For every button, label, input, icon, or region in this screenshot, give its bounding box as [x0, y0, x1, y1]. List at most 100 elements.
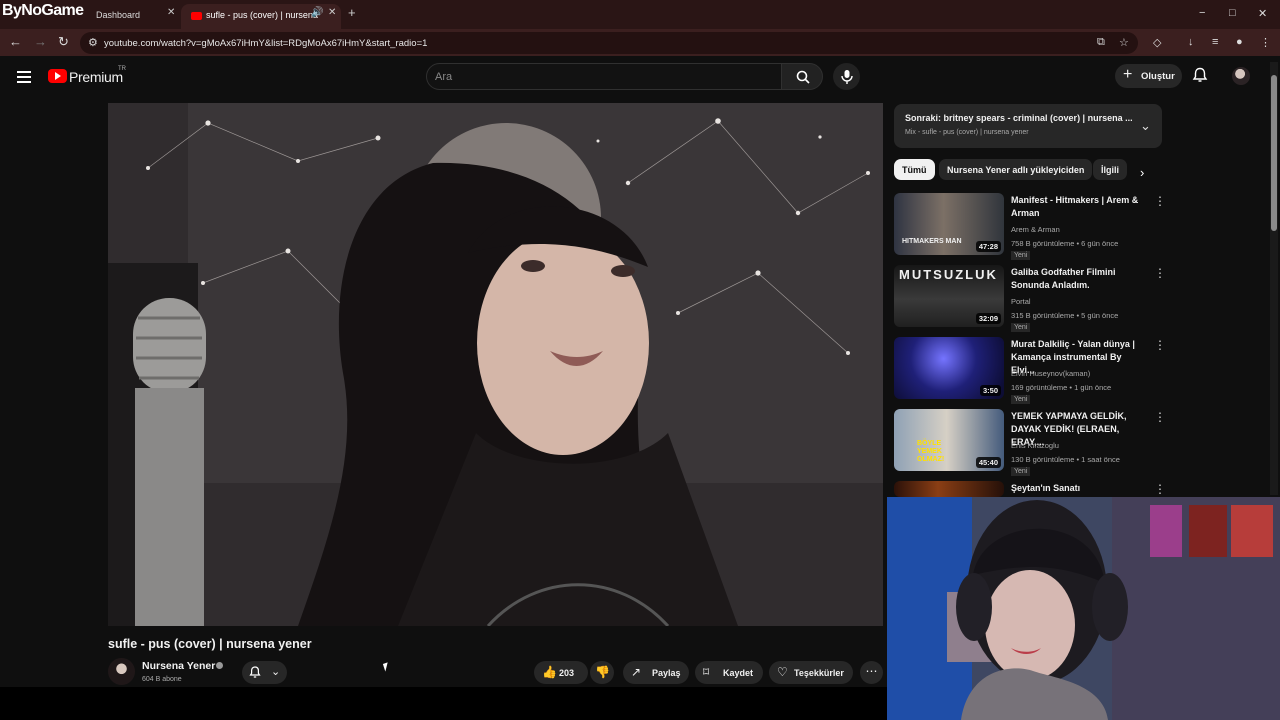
thumbs-down-icon: 👎	[595, 665, 610, 679]
channel-name[interactable]: Elvin Huseynov(kaman)	[1011, 369, 1090, 378]
share-button[interactable]: ↗ Paylaş	[623, 661, 689, 684]
more-options-icon[interactable]: ⋮	[1154, 338, 1166, 352]
browser-menu-icon[interactable]: ⋮	[1260, 36, 1271, 49]
video-frame	[108, 103, 883, 626]
dislike-button[interactable]: 👎	[590, 661, 614, 684]
video-thumbnail[interactable]	[894, 481, 1004, 497]
forward-icon[interactable]: →	[34, 34, 47, 49]
mouse-cursor-icon	[382, 662, 391, 672]
recommendation-item[interactable]: HITMAKERS MAN 47:28 Manifest - Hitmakers…	[894, 193, 1166, 260]
video-title[interactable]: Şeytan'ın Sanatı	[1011, 482, 1146, 495]
back-icon[interactable]: ←	[9, 34, 22, 49]
video-thumbnail[interactable]: BÖYLE YEMEK OLMAZ! 45:40	[894, 409, 1004, 471]
chevron-down-icon: ⌄	[271, 666, 281, 678]
video-duration: 3:50	[979, 385, 1001, 396]
channel-name[interactable]: Portal	[1011, 297, 1031, 306]
channel-name[interactable]: Enis Kirazoglu	[1011, 441, 1059, 450]
speaker-icon[interactable]: 🔊	[311, 7, 323, 18]
account-avatar[interactable]	[1232, 67, 1250, 85]
channel-name[interactable]: Arem & Arman	[1011, 225, 1060, 234]
thanks-heart-icon: ♡	[777, 665, 788, 679]
next-up-panel[interactable]: Sonraki: britney spears - criminal (cove…	[894, 104, 1162, 148]
close-active-tab-icon[interactable]: ✕	[328, 7, 336, 18]
media-control-icon[interactable]: ≡	[1212, 36, 1218, 48]
thumbnail-text: MUTSUZLUK	[899, 267, 998, 282]
search-button[interactable]	[781, 63, 823, 90]
youtube-premium-logo[interactable]: Premium	[69, 69, 123, 85]
chip-related[interactable]: İlgili	[1093, 159, 1127, 180]
youtube-logo-icon[interactable]	[48, 69, 67, 83]
browser-toolbar: ← → ↻ ⚙ youtube.com/watch?v=gMoAx67iHmY&…	[0, 29, 1280, 56]
next-up-subtitle: Mix - sufle - pus (cover) | nursena yene…	[905, 129, 1029, 136]
video-thumbnail[interactable]: MUTSUZLUK 32:09	[894, 265, 1004, 327]
recommendation-item[interactable]: BÖYLE YEMEK OLMAZ! 45:40 YEMEK YAPMAYA G…	[894, 409, 1166, 476]
chip-all[interactable]: Tümü	[894, 159, 935, 180]
thumbnail-text: HITMAKERS MAN	[902, 238, 962, 245]
recommendation-item[interactable]: 3:50 Murat Dalkiliç - Yalan dünya | Kama…	[894, 337, 1166, 404]
more-options-icon[interactable]: ⋮	[1154, 266, 1166, 280]
bookmark-star-icon[interactable]: ☆	[1119, 36, 1129, 49]
share-icon: ↗	[631, 665, 642, 679]
more-actions-button[interactable]: ⋯	[860, 661, 883, 684]
save-button[interactable]: ⌑ Kaydet	[695, 661, 763, 684]
reload-icon[interactable]: ↻	[58, 34, 69, 50]
chevron-down-icon[interactable]: ⌄	[1140, 118, 1151, 134]
recommendation-item[interactable]: MUTSUZLUK 32:09 Galiba Godfather Filmini…	[894, 265, 1166, 332]
menu-icon[interactable]	[17, 71, 31, 86]
tab-dashboard[interactable]: Dashboard	[96, 4, 140, 29]
subscription-bell-button[interactable]: ⌄	[242, 661, 287, 684]
bynogame-logo: ByNoGame	[2, 2, 84, 19]
extensions-icon[interactable]: ◇	[1153, 36, 1161, 49]
new-badge: Yeni	[1011, 467, 1031, 476]
region-code: TR	[118, 66, 126, 72]
search-input[interactable]	[426, 63, 782, 90]
site-info-icon[interactable]: ⚙	[88, 36, 98, 49]
webcam-frame	[887, 497, 1280, 720]
channel-avatar[interactable]	[108, 658, 135, 685]
new-badge: Yeni	[1011, 251, 1031, 260]
recommendation-filter-chips: Tümü Nursena Yener adlı yükleyiciden İlg…	[894, 159, 1162, 181]
video-title[interactable]: Galiba Godfather Filmini Sonunda Anladım…	[1011, 266, 1146, 292]
channel-name[interactable]: Nursena Yener	[142, 660, 215, 672]
more-options-icon[interactable]: ⋮	[1154, 194, 1166, 208]
create-button[interactable]: + Oluştur	[1115, 64, 1182, 88]
thumbs-up-icon: 👍	[542, 665, 557, 679]
subscriber-count: 604 B abone	[142, 676, 182, 683]
recommendation-item[interactable]: Şeytan'ın Sanatı ⋮	[894, 481, 1162, 497]
video-meta: 315 B görüntüleme • 5 gün önce	[1011, 311, 1119, 320]
minimize-icon[interactable]: −	[1199, 7, 1205, 19]
close-tab-icon[interactable]: ✕	[167, 7, 175, 18]
chevron-right-icon[interactable]: ›	[1140, 165, 1144, 180]
download-icon[interactable]: ↓	[1188, 36, 1194, 48]
video-meta: 758 B görüntüleme • 6 gün önce	[1011, 239, 1119, 248]
new-tab-icon[interactable]: +	[348, 5, 356, 20]
chip-from-uploader[interactable]: Nursena Yener adlı yükleyiciden	[939, 159, 1093, 180]
page-scroll-thumb[interactable]	[1271, 75, 1277, 231]
video-player[interactable]	[108, 103, 883, 626]
install-app-icon[interactable]: ⧉	[1097, 36, 1105, 49]
active-tab-title: sufle - pus (cover) | nursena	[206, 10, 318, 20]
video-thumbnail[interactable]: 3:50	[894, 337, 1004, 399]
close-window-icon[interactable]: ✕	[1258, 7, 1267, 20]
video-duration: 45:40	[975, 457, 1001, 468]
video-title[interactable]: Manifest - Hitmakers | Arem & Arman	[1011, 194, 1146, 220]
notifications-bell-icon[interactable]	[1192, 67, 1208, 84]
search-icon	[796, 70, 810, 84]
video-thumbnail[interactable]: HITMAKERS MAN 47:28	[894, 193, 1004, 255]
new-badge: Yeni	[1011, 323, 1031, 332]
like-button[interactable]: 👍 203	[534, 661, 588, 684]
profile-icon[interactable]: ●	[1236, 36, 1243, 48]
restore-icon[interactable]: □	[1229, 7, 1236, 19]
more-options-icon[interactable]: ⋮	[1154, 410, 1166, 424]
bell-icon	[249, 666, 261, 678]
bookmark-icon: ⌑	[703, 665, 710, 679]
url-text[interactable]: youtube.com/watch?v=gMoAx67iHmY&list=RDg…	[104, 38, 427, 49]
thanks-button[interactable]: ♡ Teşekkürler	[769, 661, 853, 684]
thumbnail-text: BÖYLE YEMEK OLMAZ!	[917, 440, 945, 463]
voice-search-button[interactable]	[833, 63, 860, 90]
video-meta: 130 B görüntüleme • 1 saat önce	[1011, 455, 1120, 464]
video-meta: 169 görüntüleme • 1 gün önce	[1011, 383, 1112, 392]
verified-badge-icon	[216, 662, 223, 669]
more-options-icon[interactable]: ⋮	[1154, 482, 1162, 496]
video-duration: 32:09	[975, 313, 1001, 324]
